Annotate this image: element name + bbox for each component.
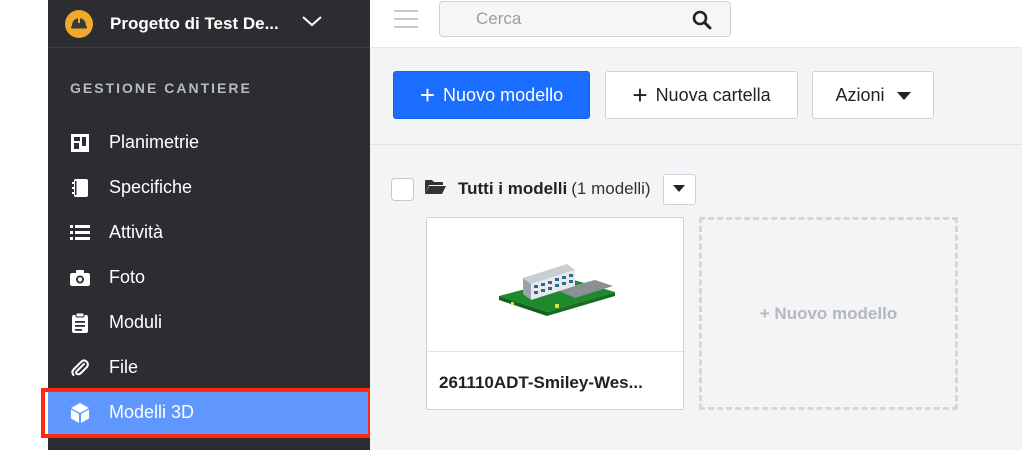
sidebar-item-label: Foto	[109, 267, 146, 287]
sidebar-item-file[interactable]: File	[48, 345, 370, 390]
select-all-checkbox[interactable]	[391, 177, 414, 201]
cube-icon	[69, 402, 91, 424]
paperclip-icon	[69, 357, 91, 379]
project-title: Progetto di Test De...	[110, 13, 279, 33]
model-card[interactable]: 261110ADT-Smiley-Wes...	[426, 217, 684, 410]
sidebar-item-label: Moduli	[109, 312, 163, 332]
sidebar-item-label: File	[109, 357, 139, 377]
search-input[interactable]	[440, 2, 680, 36]
folder-options-dropdown[interactable]	[662, 173, 696, 205]
models-content: Tutti i modelli (1 modelli) 261110ADT-Sm…	[370, 145, 1022, 450]
folder-open-icon	[424, 179, 446, 200]
toolbar: + Nuovo modello + Nuova cartella Azioni	[370, 48, 1022, 145]
new-folder-label: Nuova cartella	[655, 84, 771, 105]
sidebar-item-label: Planimetrie	[109, 132, 200, 152]
floorplan-icon	[69, 132, 91, 154]
actions-label: Azioni	[835, 84, 885, 105]
plus-icon: +	[632, 80, 648, 110]
model-name: 261110ADT-Smiley-Wes...	[439, 373, 643, 392]
top-bar	[370, 0, 1022, 48]
new-model-card[interactable]: + Nuovo modello	[699, 217, 958, 410]
clipboard-icon	[69, 312, 91, 334]
menu-icon[interactable]	[394, 10, 418, 30]
new-model-card-label: + Nuovo modello	[759, 303, 898, 323]
hardhat-icon	[65, 9, 93, 38]
new-folder-button[interactable]: + Nuova cartella	[605, 71, 798, 119]
project-switcher[interactable]: Progetto di Test De...	[48, 0, 370, 48]
sidebar-item-label: Specifiche	[109, 177, 193, 197]
caret-down-icon	[896, 85, 911, 106]
folder-count: (1 modelli)	[571, 179, 651, 198]
new-model-label: Nuovo modello	[443, 84, 564, 105]
sidebar-item-planimetrie[interactable]: Planimetrie	[48, 120, 370, 165]
sidebar-item-modelli-3d[interactable]: Modelli 3D	[48, 390, 370, 435]
section-title: GESTIONE CANTIERE	[70, 80, 252, 96]
spec-book-icon	[69, 177, 91, 199]
model-thumbnail	[427, 218, 683, 352]
sidebar-item-moduli[interactable]: Moduli	[48, 300, 370, 345]
sidebar-item-specifiche[interactable]: Specifiche	[48, 165, 370, 210]
sidebar-item-label: Modelli 3D	[109, 402, 195, 422]
task-list-icon	[69, 222, 91, 244]
actions-dropdown[interactable]: Azioni	[812, 71, 934, 119]
plus-icon: +	[419, 80, 436, 110]
new-model-button[interactable]: + Nuovo modello	[393, 71, 590, 119]
folder-name: Tutti i modelli	[458, 179, 568, 198]
sidebar-nav: Planimetrie Specifiche Attività Foto Mod…	[48, 120, 370, 435]
camera-icon	[69, 267, 91, 289]
search-icon[interactable]	[692, 10, 712, 35]
sidebar-item-attivita[interactable]: Attività	[48, 210, 370, 255]
chevron-down-icon[interactable]	[301, 14, 323, 33]
sidebar: Progetto di Test De... GESTIONE CANTIERE…	[48, 0, 370, 450]
folder-header: Tutti i modelli (1 modelli)	[391, 173, 696, 205]
search-box	[439, 1, 731, 37]
sidebar-item-foto[interactable]: Foto	[48, 255, 370, 300]
sidebar-item-label: Attività	[109, 222, 164, 242]
caret-down-icon	[673, 185, 686, 192]
